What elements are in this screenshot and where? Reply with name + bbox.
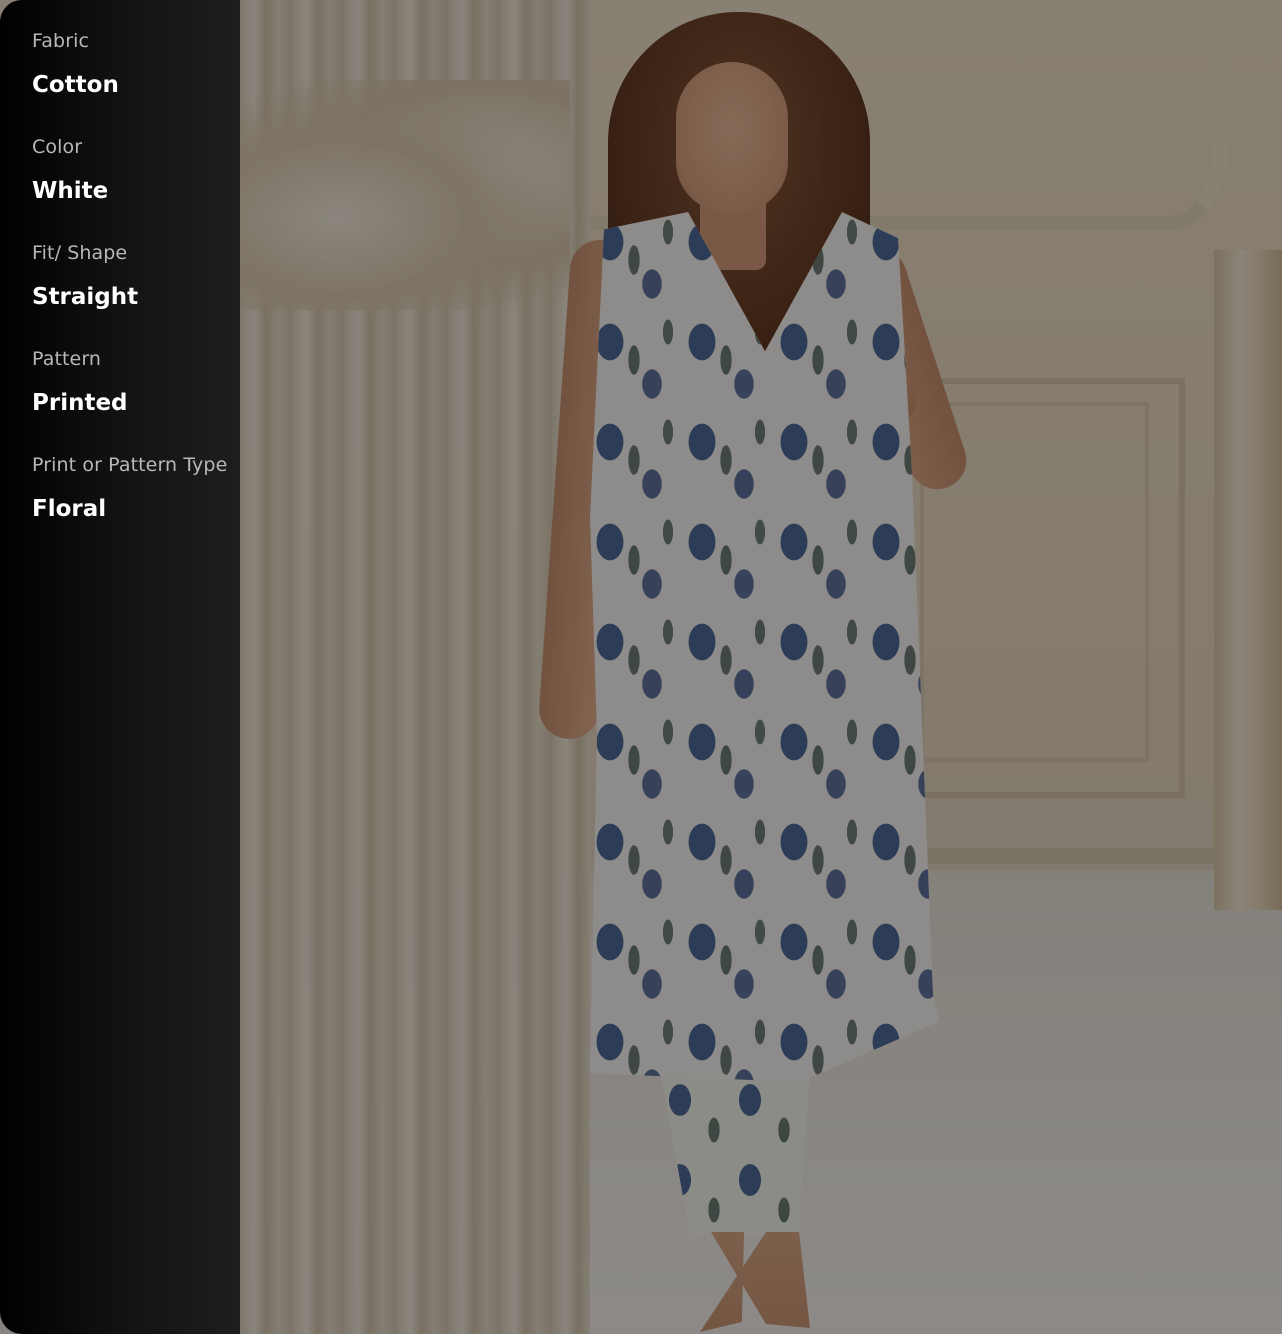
spec-color: Color White (0, 134, 240, 240)
spec-label: Fabric (32, 30, 90, 52)
spec-pattern: Pattern Printed (0, 346, 240, 452)
spec-value: White (32, 178, 109, 204)
specifications-panel: Fabric Cotton Color White Fit/ Shape Str… (0, 0, 240, 1334)
spec-value: Cotton (32, 72, 119, 98)
spec-fit-shape: Fit/ Shape Straight (0, 240, 240, 346)
spec-label: Color (32, 136, 83, 158)
spec-label: Print or Pattern Type (32, 454, 228, 476)
spec-value: Floral (32, 496, 107, 522)
spec-value: Printed (32, 390, 128, 416)
spec-print-type: Print or Pattern Type Floral (0, 452, 240, 558)
spec-label: Fit/ Shape (32, 242, 128, 264)
spec-fabric: Fabric Cotton (0, 28, 240, 134)
product-detail-screen: Fabric Cotton Color White Fit/ Shape Str… (0, 0, 1282, 1334)
spec-label: Pattern (32, 348, 102, 370)
spec-value: Straight (32, 284, 139, 310)
